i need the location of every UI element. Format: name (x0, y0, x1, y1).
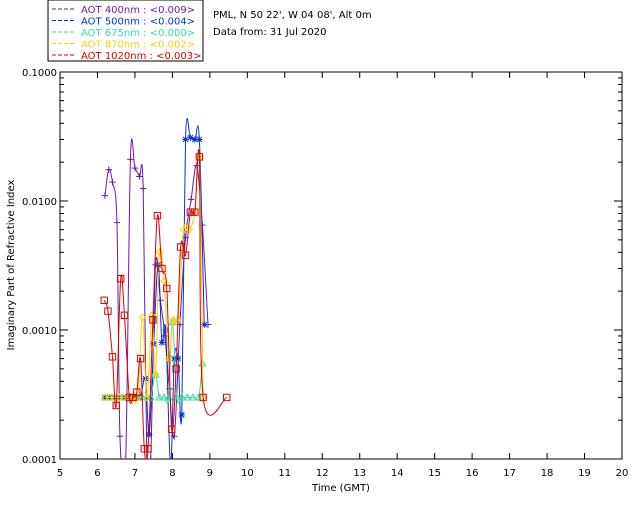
x-tick-label: 8 (169, 468, 175, 479)
series-layer (100, 118, 231, 468)
legend-label: AOT 675nm : <0.000> (81, 28, 195, 39)
data-point (100, 296, 108, 304)
data-point (109, 178, 116, 186)
data-point (144, 462, 150, 468)
x-tick-label: 15 (428, 468, 441, 479)
x-tick-label: 12 (316, 468, 329, 479)
x-tick-label: 7 (132, 468, 138, 479)
data-point (174, 355, 182, 362)
data-point (158, 339, 166, 346)
legend-label: AOT 500nm : <0.004> (81, 17, 195, 28)
legend-label: AOT 400nm : <0.009> (81, 5, 195, 16)
x-tick-label: 6 (94, 468, 100, 479)
data-point (139, 185, 147, 192)
data-point (113, 219, 121, 226)
legend-label: AOT 870nm : <0.002> (81, 40, 195, 51)
data-point (101, 192, 109, 199)
x-axis-label: Time (GMT) (311, 483, 370, 494)
legend-label: AOT 1020nm : <0.003> (81, 51, 201, 62)
series-0 (101, 138, 212, 468)
data-point (136, 173, 143, 180)
x-tick-label: 20 (616, 468, 629, 479)
data-point (131, 164, 139, 172)
y-tick-label: 0.0010 (22, 326, 57, 337)
data-point (116, 433, 124, 440)
x-tick-label: 10 (241, 468, 254, 479)
data-point (122, 462, 128, 468)
x-tick-label: 5 (57, 468, 63, 479)
x-tick-label: 13 (353, 468, 366, 479)
y-tick-label: 0.1000 (22, 68, 57, 79)
chart: AOT 400nm : <0.009>AOT 500nm : <0.004>AO… (6, 0, 629, 494)
y-axis: 0.0001 0.0010 0.0100 0.1000 (22, 68, 622, 466)
legend: AOT 400nm : <0.009>AOT 500nm : <0.004>AO… (47, 0, 204, 62)
site-info: PML, N 50 22', W 04 08', Alt 0m (213, 10, 372, 21)
y-tick-label: 0.0001 (22, 455, 57, 466)
x-tick-label: 11 (278, 468, 291, 479)
data-point (193, 162, 200, 169)
data-point (178, 411, 185, 419)
data-point (147, 455, 154, 459)
y-tick-label: 0.0100 (22, 197, 57, 208)
x-tick-label: 19 (578, 468, 591, 479)
data-point (187, 196, 195, 203)
data-date: Data from: 31 Jul 2020 (213, 27, 326, 38)
x-tick-label: 14 (391, 468, 404, 479)
x-tick-label: 16 (466, 468, 479, 479)
y-axis-label: Imaginary Part of Refractive Index (6, 180, 17, 351)
x-tick-label: 17 (503, 468, 516, 479)
data-point (196, 136, 203, 143)
x-tick-label: 18 (541, 468, 554, 479)
data-point (127, 156, 134, 163)
x-tick-label: 9 (207, 468, 213, 479)
